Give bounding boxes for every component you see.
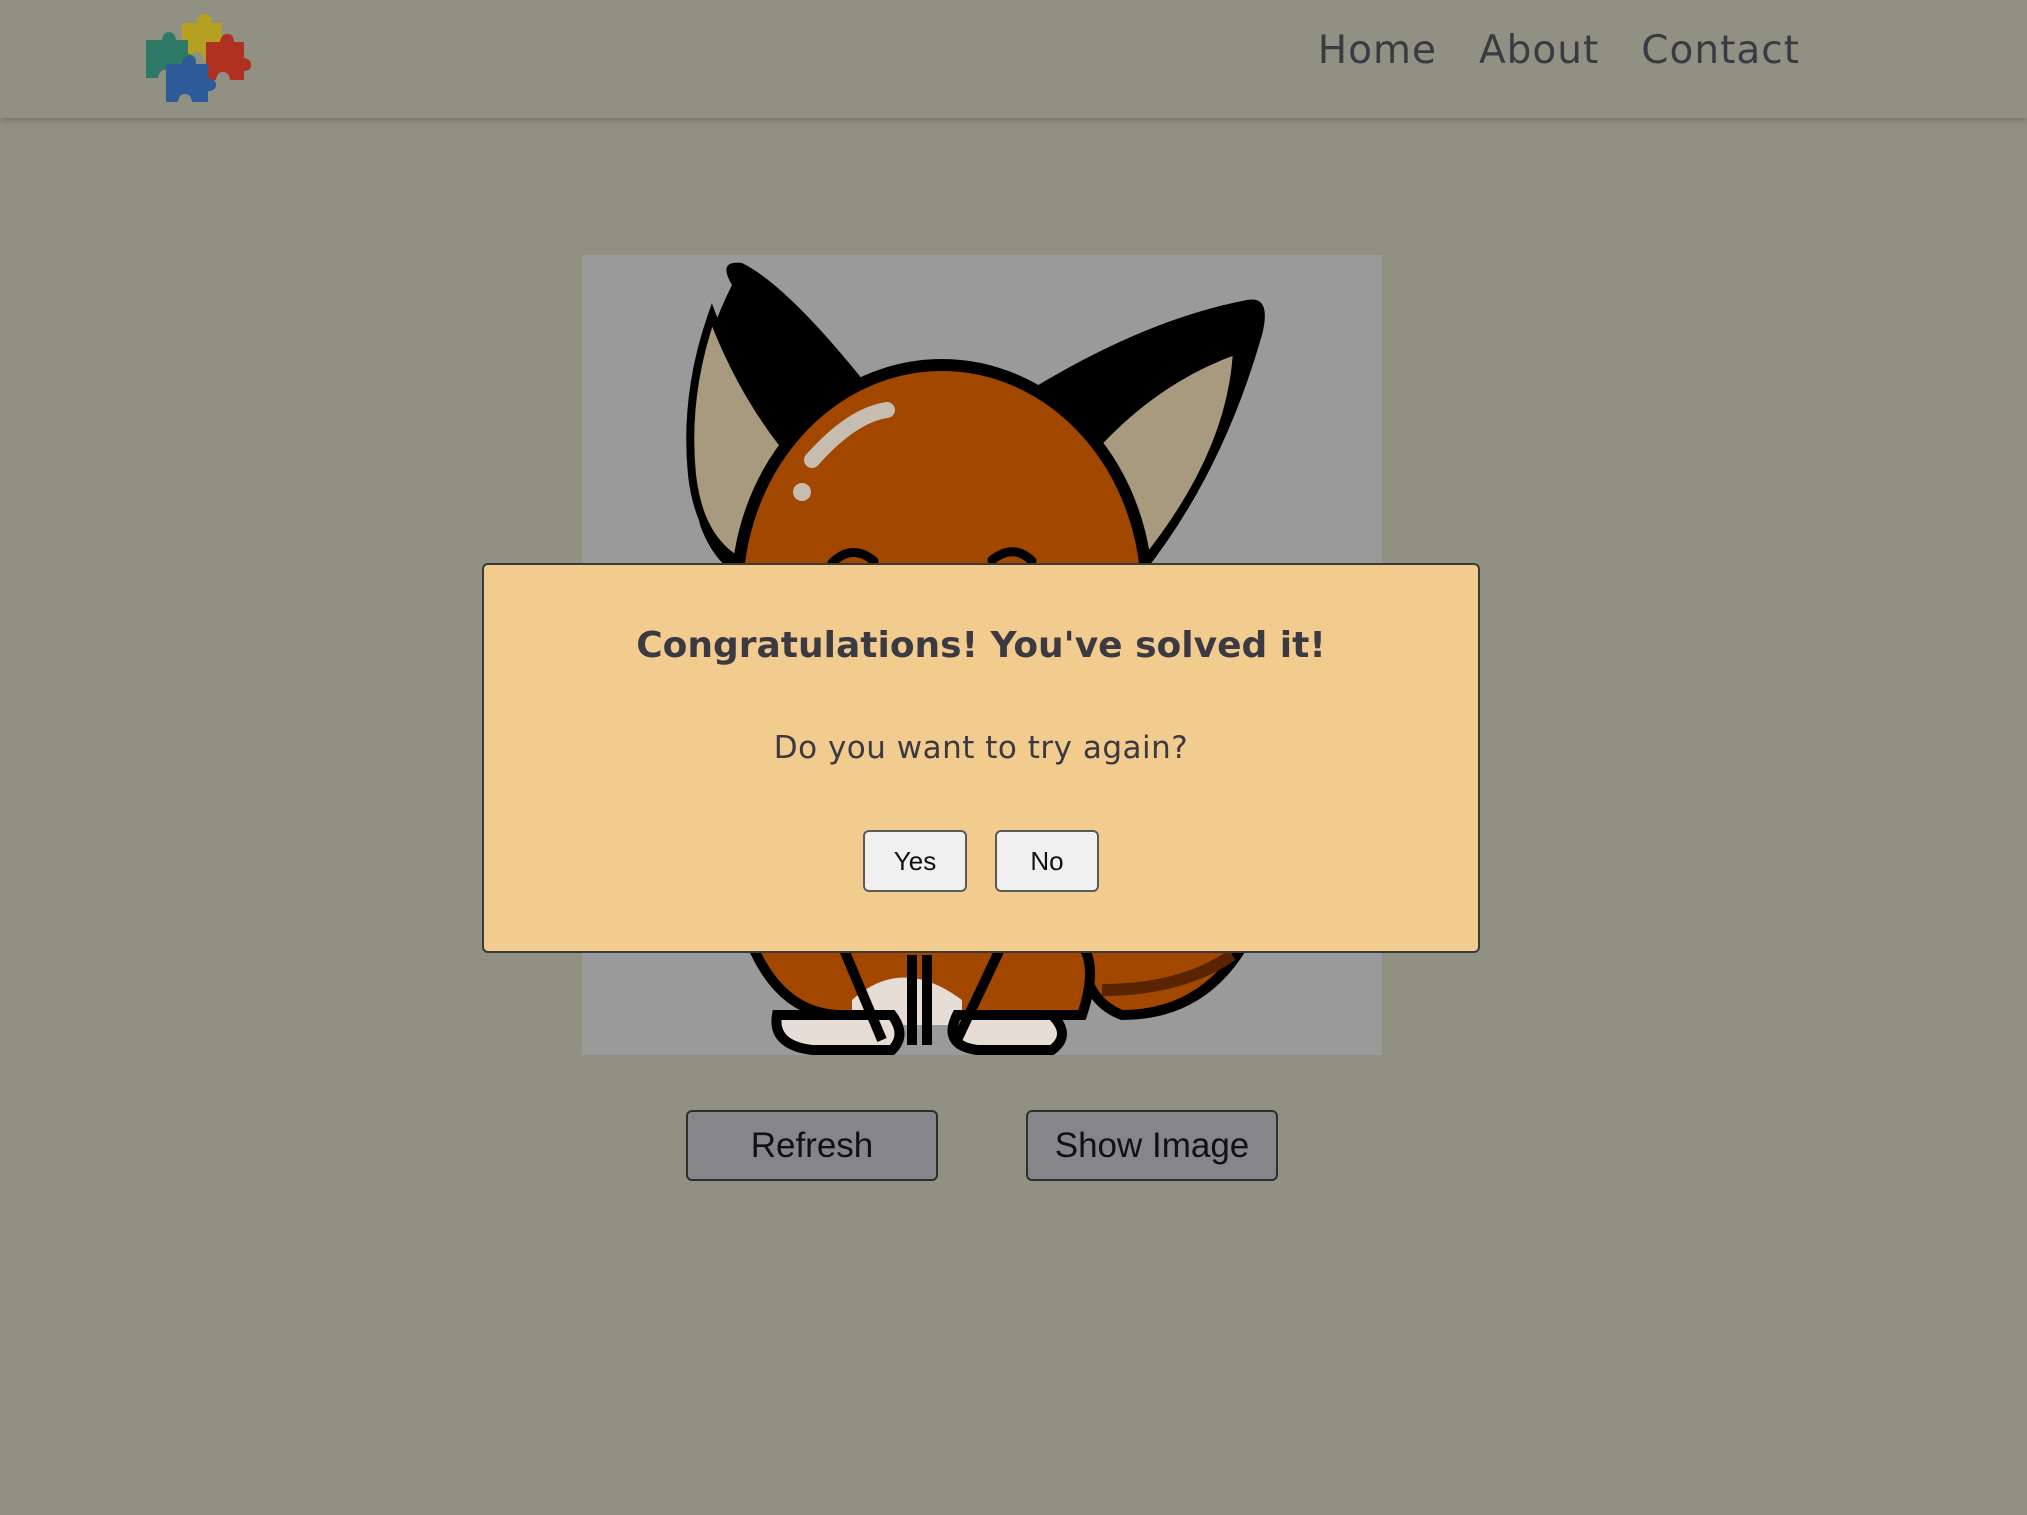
show-image-button[interactable]: Show Image bbox=[1026, 1110, 1278, 1181]
yes-button[interactable]: Yes bbox=[863, 830, 967, 892]
refresh-button[interactable]: Refresh bbox=[686, 1110, 938, 1181]
navbar: Home About Contact bbox=[0, 0, 2027, 118]
nav-home-link[interactable]: Home bbox=[1318, 28, 1437, 73]
puzzle-logo-icon[interactable] bbox=[142, 8, 254, 106]
nav-about-link[interactable]: About bbox=[1479, 28, 1599, 73]
main-nav: Home About Contact bbox=[1318, 28, 1800, 73]
modal-question: Do you want to try again? bbox=[773, 730, 1189, 766]
success-modal: Congratulations! You've solved it! Do yo… bbox=[482, 563, 1480, 953]
no-button[interactable]: No bbox=[995, 830, 1099, 892]
page: Home About Contact Refresh Show Image Co… bbox=[0, 0, 2027, 1515]
puzzle-controls: Refresh Show Image bbox=[686, 1110, 1278, 1181]
modal-title: Congratulations! You've solved it! bbox=[636, 625, 1326, 666]
modal-actions: Yes No bbox=[484, 830, 1478, 892]
nav-contact-link[interactable]: Contact bbox=[1641, 28, 1800, 73]
